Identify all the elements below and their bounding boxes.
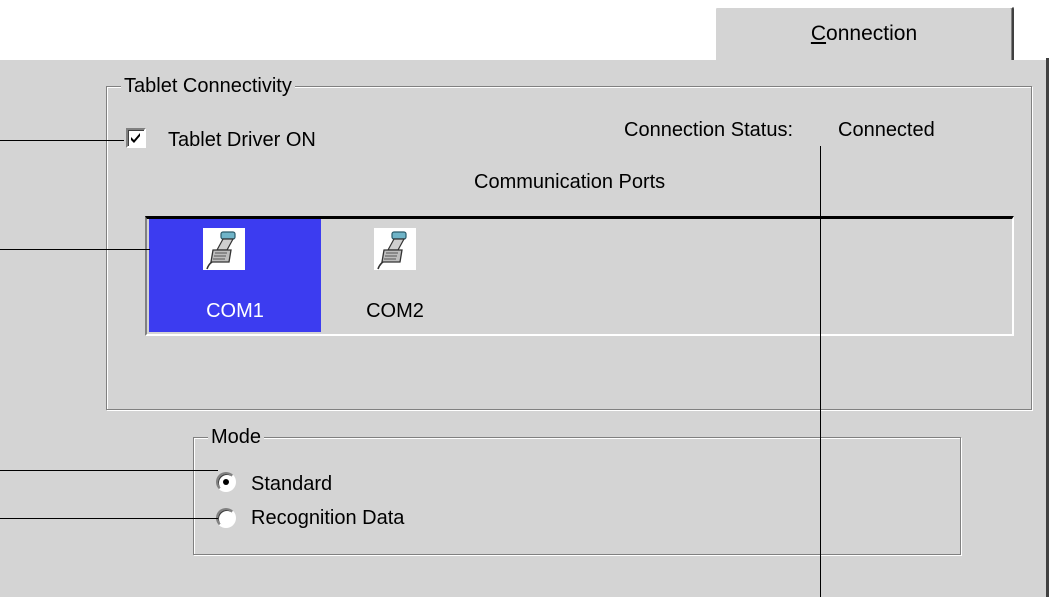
radio-recognition-data[interactable]: [216, 508, 236, 528]
radio-recognition-data-label: Recognition Data: [251, 507, 405, 529]
connection-status-value: Connected: [838, 119, 935, 141]
mode-title: Mode: [208, 424, 265, 450]
tablet-driver-label: Tablet Driver ON: [168, 129, 316, 151]
radio-standard[interactable]: [216, 472, 236, 492]
mode-group: Mode: [193, 424, 961, 555]
tablet-connectivity-title: Tablet Connectivity: [121, 73, 295, 99]
tab-connection-label: Connection: [810, 22, 918, 45]
callout-line-recognition: [0, 518, 218, 519]
checkmark-icon: [131, 133, 140, 143]
callout-line-status: [820, 146, 821, 597]
callout-line-ports: [0, 249, 150, 250]
radio-selected-dot: [223, 479, 229, 485]
port-com2-label: COM2: [366, 300, 424, 322]
tab-connection[interactable]: Connection: [714, 6, 1014, 60]
radio-standard-label: Standard: [251, 473, 333, 495]
port-com1-label: COM1: [206, 300, 264, 322]
callout-line-checkbox: [0, 140, 124, 141]
callout-line-standard: [0, 470, 218, 471]
serial-cable-icon: [374, 228, 416, 270]
port-com2[interactable]: COM2: [357, 219, 433, 332]
communication-ports-list[interactable]: COM1 COM2: [145, 216, 1014, 336]
tablet-driver-checkbox[interactable]: [126, 128, 146, 148]
port-com1[interactable]: COM1: [149, 219, 321, 332]
communication-ports-title: Communication Ports: [474, 171, 666, 193]
connection-status-label: Connection Status:: [624, 119, 793, 141]
serial-cable-icon: [203, 228, 245, 270]
